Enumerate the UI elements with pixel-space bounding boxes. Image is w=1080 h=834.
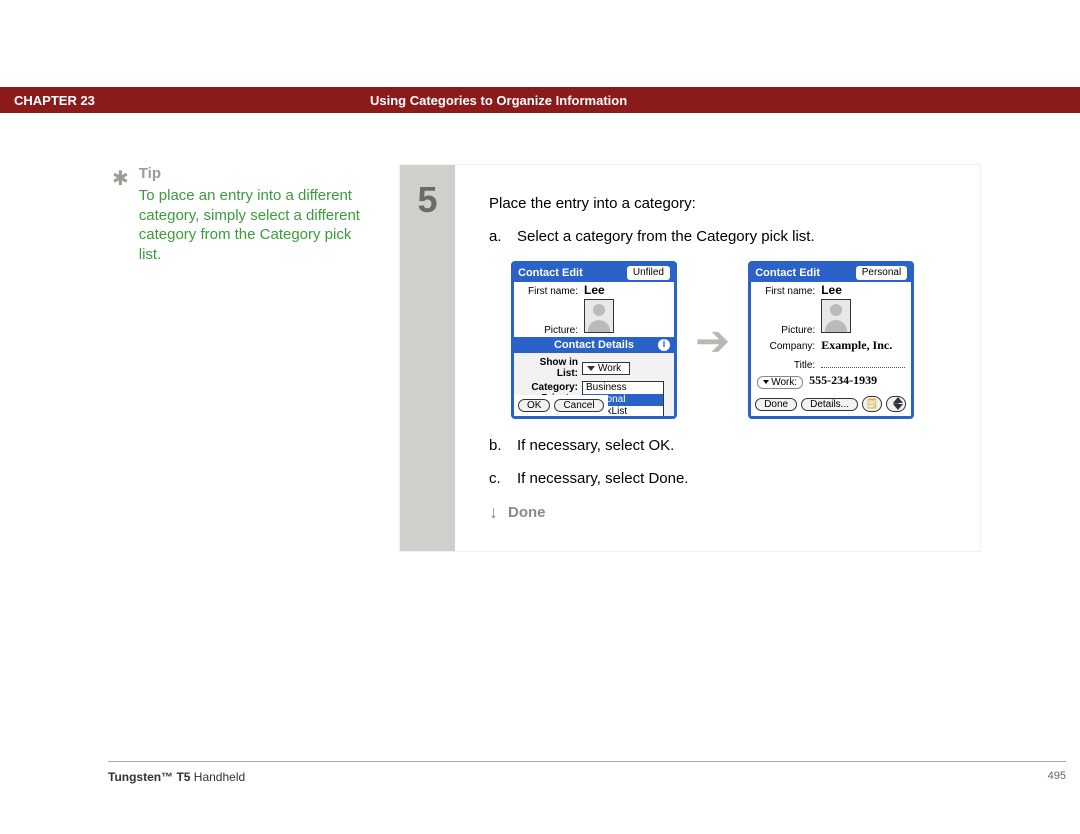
step-body: Place the entry into a category: a. Sele… — [455, 165, 980, 551]
tip-label: Tip — [139, 165, 360, 182]
dropdown-icon — [587, 366, 595, 371]
page-footer: Tungsten™ T5 Handheld 495 — [108, 770, 1066, 784]
avatar-placeholder-icon[interactable] — [821, 299, 851, 333]
done-button[interactable]: Done — [755, 398, 797, 411]
scroll-down-icon — [893, 404, 903, 410]
step-intro: Place the entry into a category: — [489, 195, 946, 212]
content-area: ✱ Tip To place an entry into a different… — [0, 165, 1080, 551]
tip-asterisk-icon: ✱ — [112, 169, 129, 189]
contact-details-heading: Contact Details i — [514, 337, 674, 353]
scroll-up-icon — [893, 397, 903, 403]
step-c: c. If necessary, select Done. — [489, 470, 946, 487]
tip-sidebar: ✱ Tip To place an entry into a different… — [0, 165, 400, 551]
step-a: a. Select a category from the Category p… — [489, 228, 946, 245]
category-option-unfiled[interactable]: Unfiled — [583, 418, 663, 419]
screenshots-row: Contact Edit Unfiled First name: Lee Pic… — [511, 261, 946, 419]
details-button[interactable]: Details... — [801, 398, 858, 411]
footer-rule — [108, 761, 1066, 762]
category-chip-personal[interactable]: Personal — [856, 266, 907, 280]
tip-block: ✱ Tip To place an entry into a different… — [112, 165, 360, 264]
done-arrow-icon: ↓ — [489, 503, 498, 521]
step-number: 5 — [400, 165, 455, 551]
chapter-title: Using Categories to Organize Information — [370, 93, 627, 108]
scroll-arrows[interactable] — [891, 397, 905, 410]
show-in-list-picklist[interactable]: Work — [582, 362, 630, 375]
done-marker: ↓ Done — [489, 503, 946, 521]
palm-title-before: Contact Edit Unfiled — [514, 264, 674, 282]
category-option-business[interactable]: Business — [583, 382, 663, 394]
step-b: b. If necessary, select OK. — [489, 437, 946, 454]
category-chip-unfiled[interactable]: Unfiled — [627, 266, 670, 280]
palm-screen-after: Category Contact Edit Personal First nam… — [748, 261, 914, 419]
info-icon[interactable]: i — [658, 339, 670, 351]
product-name: Tungsten™ T5 Handheld — [108, 770, 245, 784]
cancel-button[interactable]: Cancel — [554, 399, 603, 412]
arrow-right-icon: ➔ — [695, 316, 730, 365]
page-number: 495 — [1048, 770, 1066, 784]
work-phone-chip[interactable]: Work: — [757, 376, 803, 389]
chapter-header: CHAPTER 23 Using Categories to Organize … — [0, 87, 1080, 113]
palm-screen-before: Contact Edit Unfiled First name: Lee Pic… — [511, 261, 677, 419]
tip-text: To place an entry into a different categ… — [139, 186, 360, 264]
note-icon-button[interactable]: 🗒 — [862, 396, 882, 412]
chapter-label: CHAPTER 23 — [14, 93, 95, 108]
title-field[interactable] — [821, 355, 905, 368]
step-panel: 5 Place the entry into a category: a. Se… — [400, 165, 980, 551]
avatar-placeholder-icon[interactable] — [584, 299, 614, 333]
palm-title-after: Contact Edit Personal — [751, 264, 911, 282]
ok-button[interactable]: OK — [518, 399, 550, 412]
